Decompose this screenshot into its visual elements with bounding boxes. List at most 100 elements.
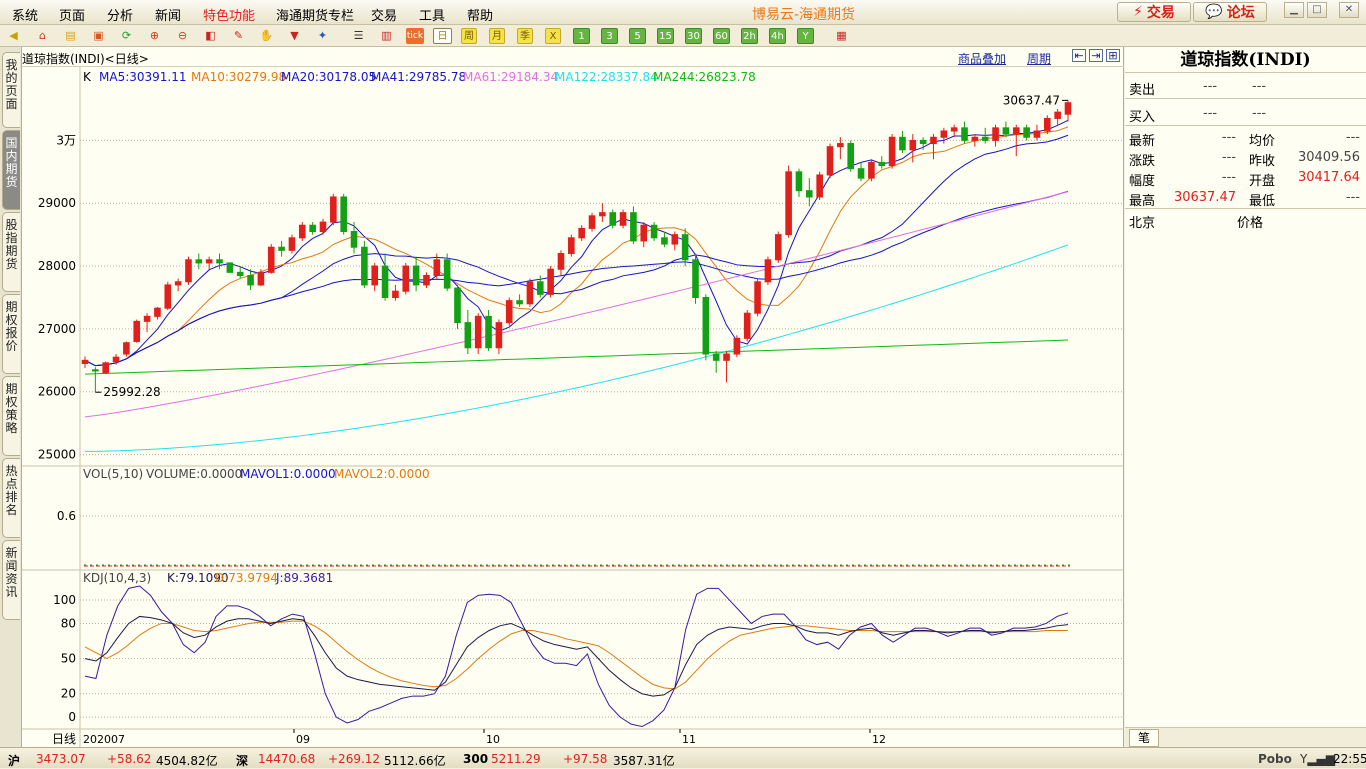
home-icon[interactable]: ⌂ <box>34 28 51 44</box>
trade-button-label: 交易 <box>1146 5 1175 21</box>
candle-body <box>216 259 223 264</box>
period-1min-button[interactable]: 1 <box>573 28 590 44</box>
candle-body <box>371 265 379 286</box>
refresh-icon[interactable]: ⟳ <box>118 28 135 44</box>
ma-label: MA61:29184.34 <box>463 70 558 84</box>
trade-button[interactable]: ⚡ 交易 <box>1117 2 1191 22</box>
menu-tools[interactable]: 工具 <box>419 5 445 24</box>
kline-chart-svg[interactable]: 3万 29000 28000 27000 26000 25000 K MA5:30391.11… <box>22 67 1124 747</box>
candle-body <box>164 284 172 309</box>
forum-button[interactable]: 💬 论坛 <box>1193 2 1267 22</box>
ma-line-ma122 <box>84 244 1069 452</box>
kdj-line-d <box>84 620 1068 690</box>
price-tick-label: 28000 <box>38 259 76 273</box>
chart-area[interactable]: 道琼指数(INDI)<日线> 商品叠加 周期 ⇤ ⇥ ⊞ 3万 29000 2800… <box>22 47 1124 747</box>
back-arrow-icon[interactable]: ◀ <box>5 28 22 44</box>
list-icon[interactable]: ☰ <box>350 28 367 44</box>
quote-value-range: --- <box>1221 170 1236 185</box>
sidebar-tab-stock-index-futures[interactable]: 股指期货 <box>2 212 20 292</box>
pen-draw-icon[interactable]: ✎ <box>230 28 247 44</box>
quote-value-avg: --- <box>1345 130 1360 145</box>
period-month-button[interactable]: 月 <box>489 28 505 44</box>
kdj-header-d: D:73.9794 <box>215 571 278 585</box>
low-price-label: 25992.28 <box>103 385 160 399</box>
period-x-button[interactable]: X <box>545 28 561 44</box>
zoom-out-icon[interactable]: ⊖ <box>174 28 191 44</box>
sidebar-tab-options-strategy[interactable]: 期权策略 <box>2 376 20 456</box>
candle-body <box>340 196 347 233</box>
close-icon[interactable]: ✕ <box>1339 2 1359 18</box>
sidebar-tab-news[interactable]: 新闻资讯 <box>2 540 20 620</box>
period-3min-button[interactable]: 3 <box>601 28 618 44</box>
candle-body <box>309 224 316 233</box>
period-2h-button[interactable]: 2h <box>741 28 758 44</box>
candle-body <box>557 253 565 270</box>
sz-amount: 5112.66亿 <box>384 754 446 768</box>
candle-body <box>1002 127 1010 135</box>
sidebar-tab-domestic-futures[interactable]: 国内期货 <box>2 130 20 210</box>
new-icon[interactable]: ✦ <box>314 28 331 44</box>
candle-body <box>909 139 917 151</box>
period-30min-button[interactable]: 30 <box>685 28 702 44</box>
arrow-left-icon[interactable]: ⇤ <box>1072 49 1086 62</box>
period-60min-button[interactable]: 60 <box>713 28 730 44</box>
zoom-in-icon[interactable]: ⊕ <box>146 28 163 44</box>
window-icon[interactable]: ◧ <box>202 28 219 44</box>
period-day-button[interactable]: 日 <box>433 28 452 44</box>
kdj-tick-label: 0 <box>68 710 76 724</box>
maximize-icon[interactable]: □ <box>1307 2 1327 18</box>
sidebar-tab-options-quotes[interactable]: 期权报价 <box>2 294 20 374</box>
period-15min-button[interactable]: 15 <box>657 28 674 44</box>
menu-analysis[interactable]: 分析 <box>107 5 133 24</box>
menu-page[interactable]: 页面 <box>59 5 85 24</box>
overlay-commodity-link[interactable]: 商品叠加 <box>958 50 1006 67</box>
arrow-right-icon[interactable]: ⇥ <box>1089 49 1103 62</box>
filter-icon[interactable]: ▼ <box>286 28 303 44</box>
candle-body <box>702 296 710 355</box>
menu-trade[interactable]: 交易 <box>371 5 397 24</box>
period-year-button[interactable]: Y <box>797 28 814 44</box>
candle-body <box>930 136 937 145</box>
period-4h-button[interactable]: 4h <box>769 28 786 44</box>
candle-body <box>981 136 989 141</box>
candle-body <box>330 196 337 223</box>
period-quarter-button[interactable]: 季 <box>517 28 533 44</box>
menu-news[interactable]: 新闻 <box>155 5 181 24</box>
signal-icon: Y▂▄▆ <box>1300 752 1336 766</box>
candle-body <box>547 268 554 295</box>
quote-value-low: --- <box>1345 190 1360 205</box>
period-week-button[interactable]: 周 <box>461 28 477 44</box>
quote-label-avg: 均价 <box>1249 134 1276 149</box>
candle-body <box>950 127 958 132</box>
menu-help[interactable]: 帮助 <box>467 5 493 24</box>
calculator-icon[interactable]: ▦ <box>833 28 850 44</box>
minimize-icon[interactable]: ▁ <box>1284 2 1304 18</box>
forum-button-label: 论坛 <box>1226 5 1255 21</box>
period-link[interactable]: 周期 <box>1027 50 1051 67</box>
candle-body <box>288 237 296 251</box>
candle-body <box>1023 127 1030 138</box>
tab-tick[interactable]: 笔 <box>1129 729 1159 747</box>
sidebar-tab-my-page[interactable]: 我的页面 <box>2 52 20 128</box>
tick-icon[interactable]: tick <box>406 28 424 44</box>
candle-body <box>743 312 751 339</box>
menu-haitong-column[interactable]: 海通期货专栏 <box>276 5 354 24</box>
hand-icon[interactable]: ✋ <box>258 28 275 44</box>
candle-body <box>536 281 544 295</box>
sz-label: 深 <box>236 754 249 768</box>
menu-system[interactable]: 系统 <box>12 5 38 24</box>
expand-icon[interactable]: ⊞ <box>1106 49 1120 62</box>
chart-bars-icon[interactable]: ▥ <box>378 28 395 44</box>
f10-icon[interactable]: ▣ <box>90 28 107 44</box>
candle-body <box>464 322 472 349</box>
candle-body <box>868 161 875 179</box>
sidebar-tab-hot-ranking[interactable]: 热点排名 <box>2 458 20 538</box>
x-axis-name: 日线 <box>52 732 76 746</box>
sh-label: 沪 <box>8 754 21 768</box>
candle-body <box>1012 127 1020 135</box>
menu-features[interactable]: 特色功能 <box>203 5 255 24</box>
period-5min-button[interactable]: 5 <box>629 28 646 44</box>
book-icon[interactable]: ▤ <box>62 28 79 44</box>
candle-body <box>81 359 89 364</box>
candle-body <box>650 224 658 239</box>
